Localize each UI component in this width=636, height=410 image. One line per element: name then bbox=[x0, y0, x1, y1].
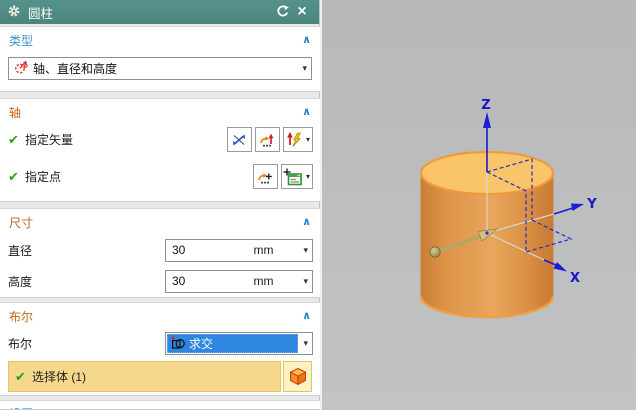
select-body-row: ✔ 选择体 (1) bbox=[8, 361, 312, 392]
chevron-down-icon: ▾ bbox=[302, 63, 307, 74]
collapse-type-icon[interactable]: ∧ bbox=[302, 35, 311, 46]
height-field: mm ▾ bbox=[165, 270, 313, 293]
check-icon: ✔ bbox=[8, 169, 25, 185]
inferred-vector-button[interactable]: ▾ bbox=[283, 127, 313, 152]
select-body-label: 选择体 (1) bbox=[32, 368, 86, 385]
section-dimensions: 尺寸 ∧ 直径 mm ▾ 高度 mm ▾ bbox=[0, 208, 320, 298]
cylinder-dialog: 圆柱 × 类型 ∧ bbox=[0, 0, 320, 410]
height-label: 高度 bbox=[8, 273, 32, 290]
collapse-axis-icon[interactable]: ∧ bbox=[302, 107, 311, 118]
boolean-row: 布尔 求交 ▾ bbox=[0, 331, 320, 355]
graphics-viewport[interactable]: Z Y X bbox=[322, 0, 636, 410]
chevron-down-icon: ▾ bbox=[306, 172, 310, 181]
point-constructor-icon bbox=[282, 167, 303, 187]
dialog-title: 圆柱 bbox=[28, 3, 272, 22]
diameter-field: mm ▾ bbox=[165, 239, 313, 262]
height-input[interactable] bbox=[166, 274, 253, 288]
body-filter-button[interactable] bbox=[283, 361, 312, 392]
height-row: 高度 mm ▾ bbox=[0, 269, 320, 293]
reverse-vector-button[interactable] bbox=[227, 127, 252, 152]
specify-point-row: ✔ 指定点 bbox=[0, 162, 320, 191]
close-icon[interactable]: × bbox=[292, 1, 312, 23]
handle-origin-ball[interactable] bbox=[430, 247, 440, 257]
axis-header: 轴 bbox=[9, 104, 302, 121]
section-type: 类型 ∧ 轴、直径和高度 ▾ bbox=[0, 26, 320, 92]
boolean-dropdown[interactable]: 求交 ▾ bbox=[165, 332, 313, 355]
z-axis-label[interactable]: Z bbox=[481, 98, 490, 113]
section-axis: 轴 ∧ ✔ 指定矢量 bbox=[0, 98, 320, 202]
reverse-direction-icon bbox=[231, 132, 247, 148]
csys-origin[interactable] bbox=[485, 231, 488, 234]
boolean-selected-text: 求交 bbox=[189, 335, 213, 352]
diameter-input[interactable] bbox=[166, 243, 253, 257]
dialog-titlebar[interactable]: 圆柱 × bbox=[0, 0, 319, 24]
chevron-down-icon[interactable]: ▾ bbox=[303, 245, 308, 256]
x-axis-label[interactable]: X bbox=[570, 271, 580, 286]
check-icon: ✔ bbox=[15, 369, 32, 385]
diameter-row: 直径 mm ▾ bbox=[0, 238, 320, 262]
diameter-label: 直径 bbox=[8, 242, 32, 259]
select-body-bar[interactable]: ✔ 选择体 (1) bbox=[8, 361, 281, 392]
type-dropdown-value: 轴、直径和高度 bbox=[33, 60, 298, 77]
check-icon: ✔ bbox=[8, 132, 25, 148]
height-unit: mm bbox=[253, 274, 273, 288]
boolean-selected-option: 求交 bbox=[167, 334, 298, 353]
y-axis-label[interactable]: Y bbox=[586, 197, 597, 212]
vector-dialog-icon bbox=[258, 131, 276, 149]
settings-header: 设置 bbox=[9, 405, 302, 410]
specify-point-label: 指定点 bbox=[25, 168, 61, 185]
chevron-down-icon: ▾ bbox=[303, 338, 308, 349]
axis-diameter-height-icon bbox=[9, 59, 29, 78]
section-boolean: 布尔 ∧ 布尔 求交 ▾ bbox=[0, 302, 320, 396]
point-dialog-button[interactable] bbox=[253, 164, 278, 189]
type-dropdown[interactable]: 轴、直径和高度 ▾ bbox=[8, 57, 312, 80]
reset-icon[interactable] bbox=[272, 4, 292, 21]
inferred-vector-icon bbox=[284, 130, 303, 149]
chevron-down-icon[interactable]: ▾ bbox=[303, 276, 308, 287]
solid-body-icon bbox=[288, 366, 308, 387]
chevron-down-icon: ▾ bbox=[306, 135, 310, 144]
section-settings: 设置 ∨ bbox=[0, 400, 320, 410]
gear-icon bbox=[7, 4, 21, 21]
collapse-boolean-icon[interactable]: ∧ bbox=[302, 311, 311, 322]
point-dialog-icon bbox=[256, 168, 274, 186]
dimensions-header: 尺寸 bbox=[9, 214, 302, 231]
point-constructor-button[interactable]: ▾ bbox=[281, 164, 313, 189]
boolean-label: 布尔 bbox=[8, 335, 32, 352]
specify-vector-label: 指定矢量 bbox=[25, 131, 73, 148]
type-header: 类型 bbox=[9, 32, 302, 49]
intersect-icon bbox=[170, 335, 186, 351]
collapse-dimensions-icon[interactable]: ∧ bbox=[302, 217, 311, 228]
app-window: 圆柱 × 类型 ∧ bbox=[0, 0, 636, 410]
specify-vector-row: ✔ 指定矢量 bbox=[0, 125, 320, 154]
vector-dialog-button[interactable] bbox=[255, 127, 280, 152]
diameter-unit: mm bbox=[253, 243, 273, 257]
boolean-header: 布尔 bbox=[9, 308, 302, 325]
